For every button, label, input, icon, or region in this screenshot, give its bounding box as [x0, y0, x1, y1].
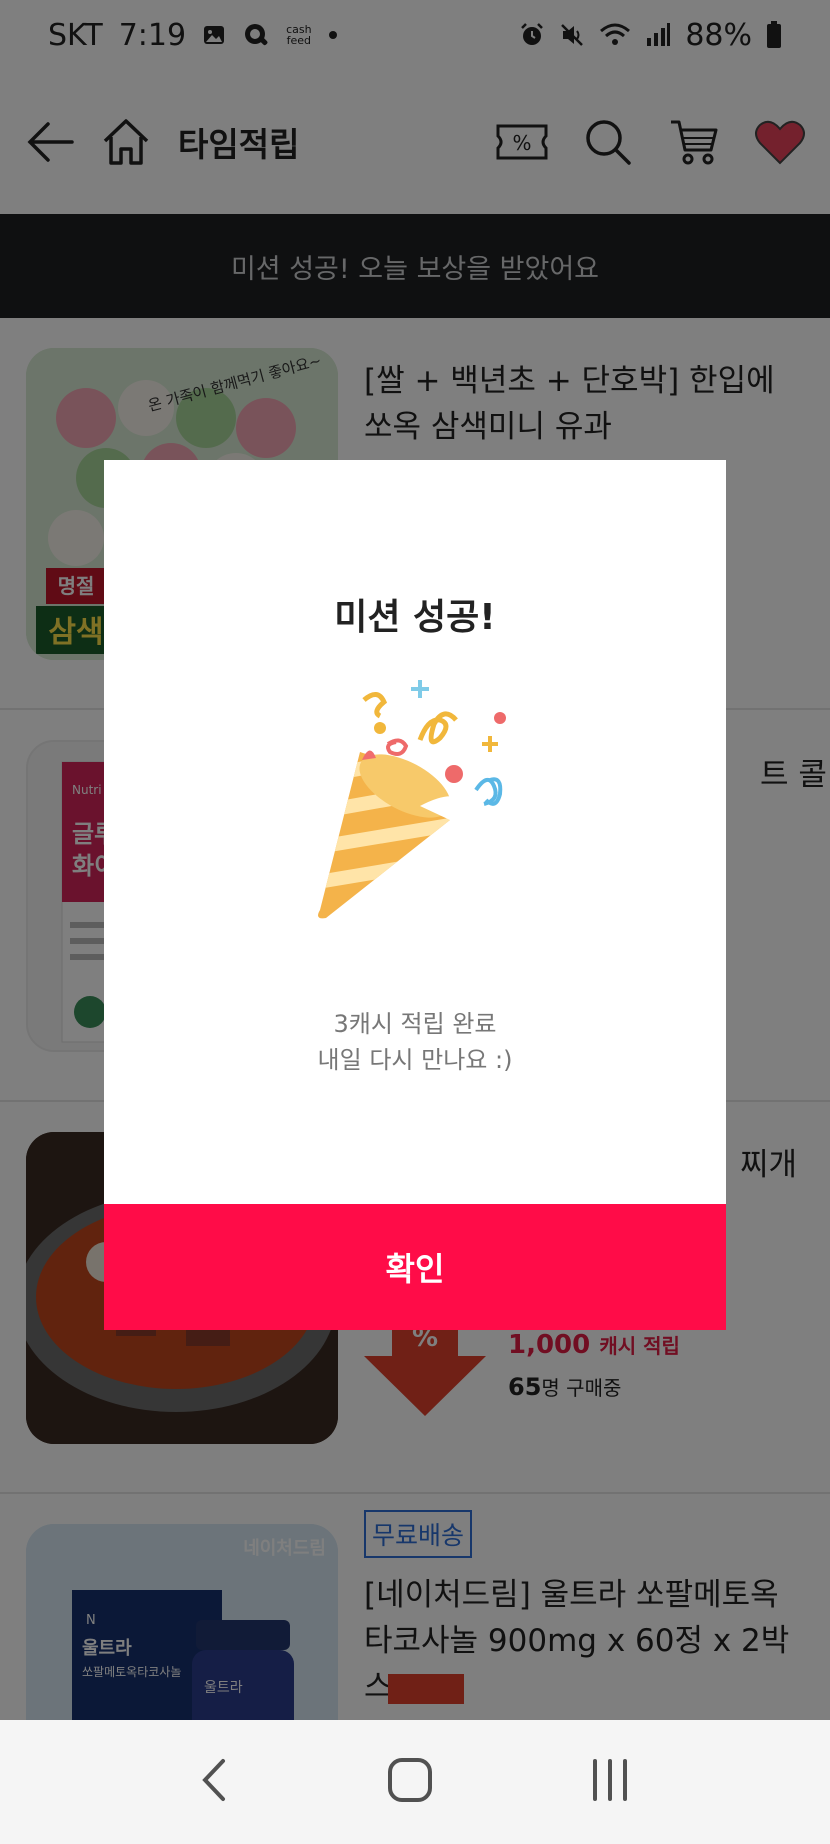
dialog-title: 미션 성공!	[334, 597, 496, 638]
nav-dim	[0, 1720, 830, 1844]
dialog-message-line2: 내일 다시 만나요 :)	[317, 1046, 513, 1074]
party-popper-icon	[300, 670, 540, 930]
confirm-button[interactable]: 확인	[104, 1204, 726, 1330]
dialog-message-line1: 3캐시 적립 완료	[333, 1010, 497, 1038]
mission-success-dialog: 미션 성공! 3캐시 적립 완료 내일 다시 만나요:) 확인	[104, 460, 726, 1330]
